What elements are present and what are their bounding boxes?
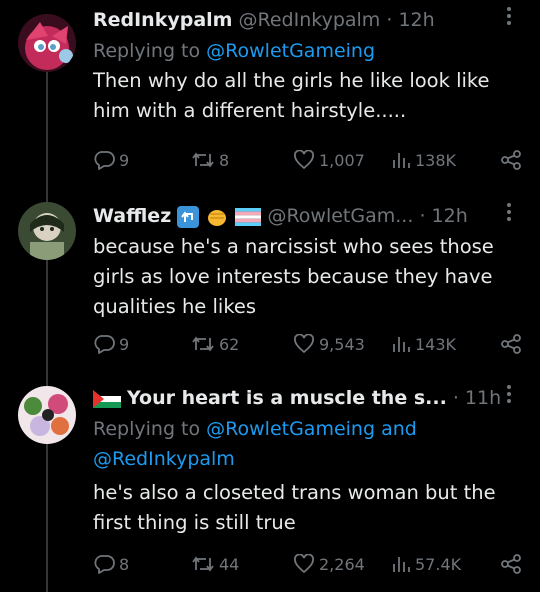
share-button[interactable] [500,148,522,172]
reply-button[interactable]: 9 [93,332,129,356]
views-count: 57.4K [415,554,462,574]
reply-count: 9 [119,334,130,354]
tweet[interactable]: RedInkypalm @RedInkypalm · 12h Replying … [0,0,540,188]
heart-icon [294,334,314,354]
tweet-actions: 9 8 1,007 138K [93,148,522,172]
share-icon [501,334,521,354]
separator-dot: · [419,205,426,227]
repost-icon [192,152,214,168]
separator-dot: · [386,9,393,31]
mention-link[interactable]: @RowletGameing and [206,418,417,440]
repost-count: 8 [219,150,230,170]
share-button[interactable] [500,332,522,356]
tweet-header: RedInkypalm @RedInkypalm · 12h [93,4,524,36]
replying-to-label: Replying to [93,418,207,440]
display-name[interactable]: Wafflez [93,205,171,227]
timestamp[interactable]: 11h [465,387,501,409]
user-handle[interactable]: @RedInkypalm [239,9,381,31]
replying-to: Replying to @RowletGameing and @RedInkyp… [93,414,524,474]
avatar[interactable] [18,14,76,72]
reply-icon [94,151,115,170]
user-handle[interactable]: @RowletGam... [267,205,413,227]
tweet-text: Then why do all the girls he like look l… [93,69,490,122]
reply-count: 8 [119,554,130,574]
repost-count: 62 [219,334,240,354]
repost-button[interactable]: 8 [191,148,229,172]
avatar[interactable] [18,202,76,260]
fist-emoji-icon [208,209,227,226]
share-icon [501,554,521,574]
trans-flag-emoji-icon [235,207,262,226]
tweet-text: he's also a closeted trans woman but the… [93,481,496,534]
tweet[interactable]: Your heart is a muscle the s... · 11h Re… [0,374,540,592]
like-button[interactable]: 2,264 [293,552,365,576]
views-button[interactable]: 138K [391,148,456,172]
repost-button[interactable]: 44 [191,552,239,576]
heart-icon [294,150,314,170]
share-icon [501,150,521,170]
up-arrow-emoji-icon [177,205,200,228]
repost-button[interactable]: 62 [191,332,239,356]
like-count: 9,543 [319,334,365,354]
heart-icon [294,554,314,574]
reply-icon [94,555,115,574]
timestamp[interactable]: 12h [432,205,468,227]
separator-dot: · [452,387,459,409]
like-button[interactable]: 1,007 [293,148,365,172]
replying-to: Replying to @RowletGameing [93,36,524,66]
more-vertical-icon[interactable] [506,4,512,34]
timestamp[interactable]: 12h [398,9,434,31]
reply-button[interactable]: 9 [93,148,129,172]
reply-count: 9 [119,150,130,170]
repost-icon [192,556,214,572]
more-vertical-icon[interactable] [506,382,512,412]
replying-to-label: Replying to [93,40,207,62]
like-count: 1,007 [319,150,365,170]
avatar[interactable] [18,386,76,444]
palestine-flag-emoji-icon [93,389,121,408]
mention-link[interactable]: @RedInkypalm [93,448,235,470]
views-count: 138K [415,150,457,170]
like-button[interactable]: 9,543 [293,332,365,356]
tweet-header: Wafflez @RowletGam... · 12h [93,200,524,232]
display-name[interactable]: Your heart is a muscle the s... [127,387,447,409]
views-icon [393,153,410,168]
tweet-header: Your heart is a muscle the s... · 11h [93,382,524,414]
tweet-actions: 9 62 9,543 143K [93,332,522,356]
tweet[interactable]: Wafflez @RowletGam... · 12h because he's… [0,188,540,374]
share-button[interactable] [500,552,522,576]
views-icon [393,557,410,572]
repost-count: 44 [219,554,240,574]
views-icon [393,337,410,352]
views-button[interactable]: 57.4K [391,552,461,576]
repost-icon [192,336,214,352]
more-vertical-icon[interactable] [506,200,512,230]
mention-link[interactable]: @RowletGameing [206,40,375,62]
reply-button[interactable]: 8 [93,552,129,576]
reply-icon [94,335,115,354]
like-count: 2,264 [319,554,365,574]
display-name[interactable]: RedInkypalm [93,9,232,31]
tweet-actions: 8 44 2,264 57.4K [93,552,522,576]
tweet-text: because he's a narcissist who sees those… [93,235,494,318]
views-button[interactable]: 143K [391,332,456,356]
views-count: 143K [415,334,457,354]
